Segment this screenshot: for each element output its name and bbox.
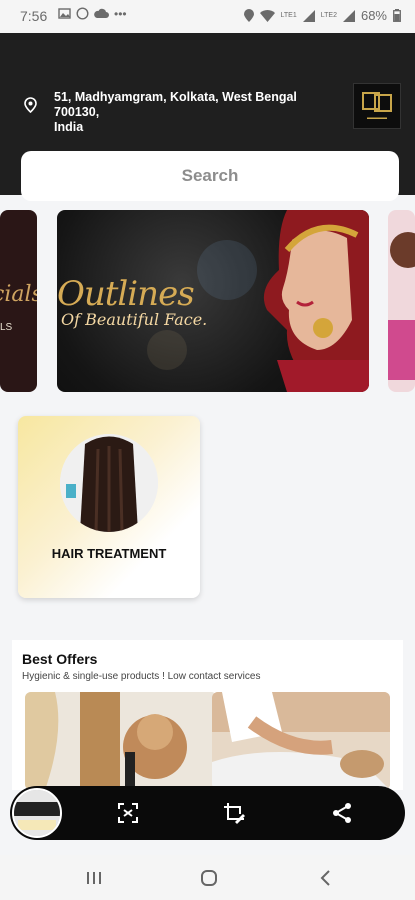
status-system-icons: LTE1 LTE2 68% — [243, 8, 401, 23]
bride-portrait-image — [263, 210, 369, 392]
offer-card-massage[interactable] — [212, 692, 390, 790]
hair-image — [60, 434, 158, 532]
best-offers-subtitle: Hygienic & single-use products ! Low con… — [22, 671, 261, 682]
location-pin-icon[interactable] — [24, 97, 37, 113]
best-offers-title: Best Offers — [22, 651, 98, 667]
hair-styling-image — [25, 692, 217, 790]
promo-banner-prev[interactable]: cials LS — [0, 210, 37, 392]
address-line-1: 51, Madhyamgram, Kolkata, West Bengal 70… — [54, 90, 297, 119]
status-time: 7:56 — [20, 8, 48, 24]
service-card-hair-treatment[interactable]: HAIR TREATMENT — [18, 416, 200, 598]
gallery-icon — [58, 8, 71, 19]
banner-prev-text: cials — [0, 282, 37, 307]
massage-image — [212, 692, 390, 790]
home-icon — [201, 870, 217, 886]
recent-apps-button[interactable] — [79, 865, 109, 891]
address-line-2: India — [54, 120, 84, 134]
banner-subtitle: Of Beautiful Face. — [61, 310, 208, 329]
screenshot-thumbnail[interactable] — [12, 788, 62, 838]
back-icon — [320, 870, 330, 886]
promo-banner-next[interactable] — [388, 210, 415, 392]
battery-icon — [393, 9, 401, 22]
network-2: LTE2 — [320, 12, 337, 19]
screenshot-toolbar — [10, 786, 405, 840]
banner-prev-subtext: LS — [0, 322, 13, 333]
search-bar[interactable]: Search — [21, 151, 399, 201]
best-offers-section: Best Offers Hygienic & single-use produc… — [12, 640, 403, 790]
service-label: HAIR TREATMENT — [51, 546, 167, 561]
network-1: LTE1 — [280, 12, 297, 19]
scan-icon[interactable] — [116, 801, 140, 825]
location-status-icon — [243, 9, 254, 22]
back-button[interactable] — [310, 865, 340, 891]
crop-edit-icon[interactable] — [222, 801, 246, 825]
status-bar: 7:56 ••• LTE1 LTE2 68% — [0, 0, 415, 33]
brand-logo[interactable]: ▬▬▬▬ — [353, 83, 401, 129]
more-notifications-icon: ••• — [114, 7, 127, 21]
banner-title: Outlines — [57, 274, 195, 314]
battery-percentage: 68% — [360, 8, 387, 23]
share-icon[interactable] — [330, 801, 354, 825]
cloud-icon — [94, 8, 109, 18]
brand-logo-icon — [362, 92, 392, 112]
screenshot-preview — [14, 790, 60, 836]
home-button[interactable] — [194, 865, 224, 891]
hair-treatment-image — [60, 434, 158, 532]
signal-2-icon — [342, 9, 355, 22]
signal-1-icon — [302, 9, 315, 22]
offer-card-hair-styling[interactable] — [25, 692, 217, 790]
bokeh-light — [147, 330, 187, 370]
system-nav-bar — [0, 855, 415, 900]
app-header: 51, Madhyamgram, Kolkata, West Bengal 70… — [0, 33, 415, 201]
whatsapp-icon — [76, 7, 89, 20]
status-notification-icons: ••• — [58, 7, 127, 21]
banner-next-image — [388, 232, 415, 380]
brand-logo-mark: ▬▬▬▬ — [367, 115, 387, 121]
recent-apps-icon — [87, 872, 101, 884]
search-placeholder: Search — [181, 166, 239, 185]
delivery-address[interactable]: 51, Madhyamgram, Kolkata, West Bengal 70… — [54, 90, 339, 135]
promo-banner-main[interactable]: Outlines Of Beautiful Face. — [57, 210, 369, 392]
bokeh-light — [197, 240, 257, 300]
wifi-icon — [259, 9, 275, 22]
